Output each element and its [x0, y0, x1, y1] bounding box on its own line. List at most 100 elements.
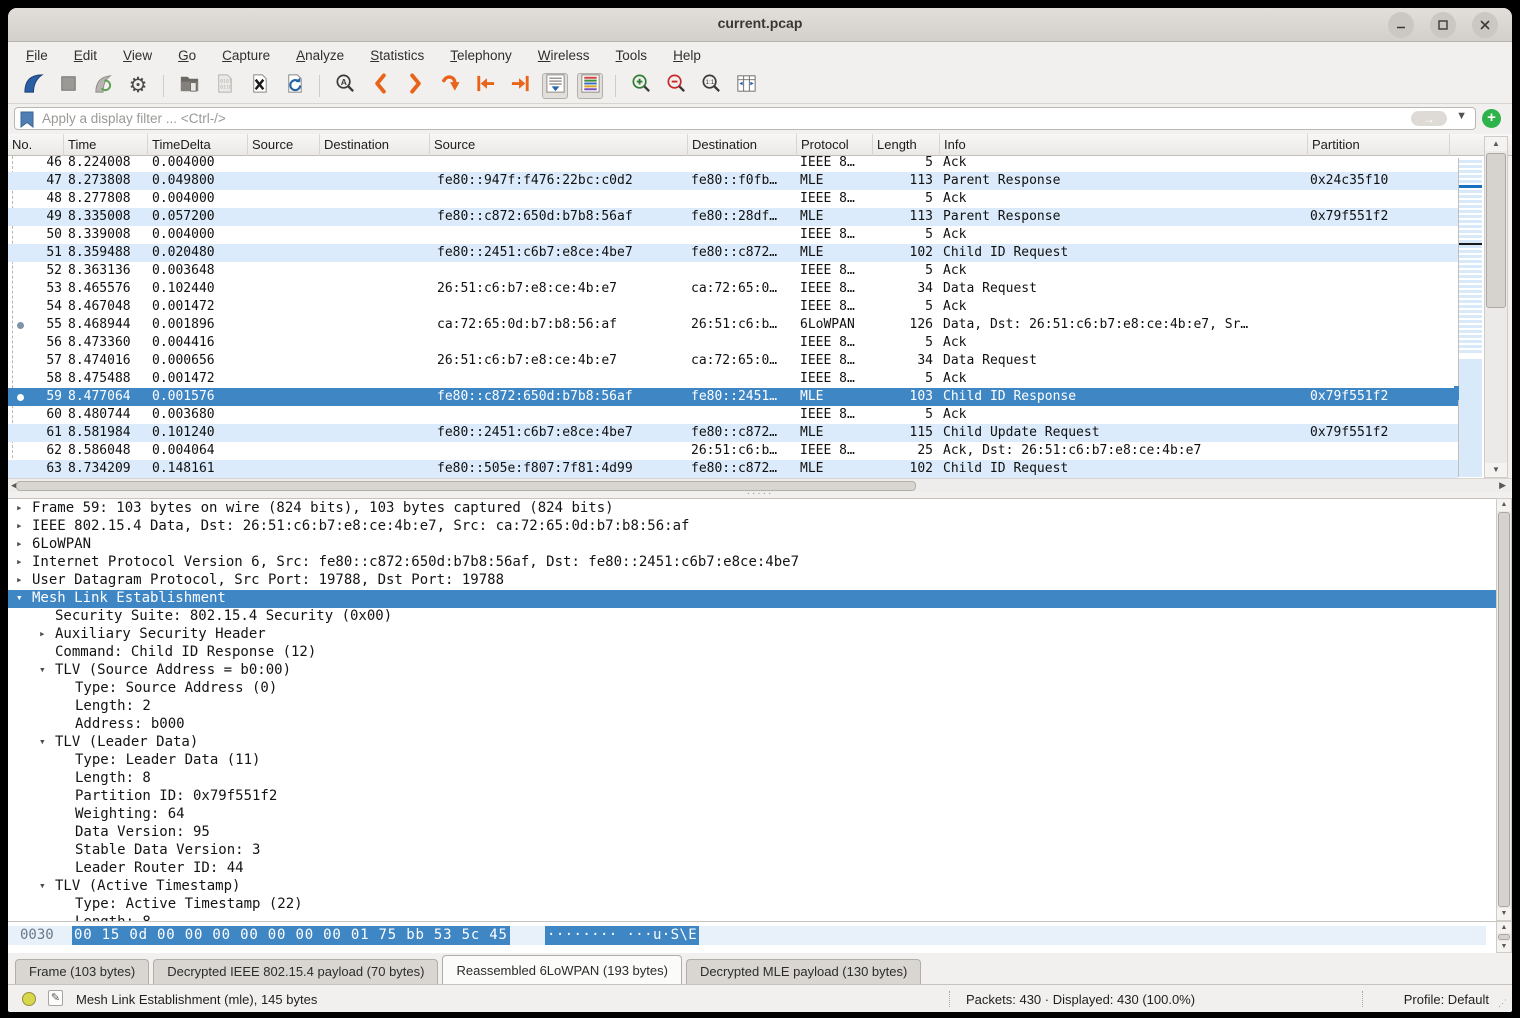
packet-row-48[interactable]: 488.2778080.004000IEEE 8…5Ack [8, 190, 1458, 208]
packet-row-58[interactable]: 588.4754880.001472IEEE 8…5Ack [8, 370, 1458, 388]
detail-row[interactable]: Type: Leader Data (11) [8, 752, 1496, 770]
byte-view-tab[interactable]: Decrypted MLE payload (130 bytes) [686, 959, 921, 984]
hex-bytes-selected[interactable]: 00 15 0d 00 00 00 00 00 00 00 01 75 bb 5… [72, 926, 510, 945]
packet-row-46[interactable]: 468.2240080.004000IEEE 8…5Ack [8, 156, 1458, 172]
byte-view-tab[interactable]: Frame (103 bytes) [15, 959, 149, 984]
expander-closed-icon[interactable]: ▸ [16, 573, 30, 586]
apply-filter-button[interactable]: → [1411, 111, 1447, 126]
column-header-timedelta-2[interactable]: TimeDelta [148, 134, 248, 156]
expert-info-icon[interactable] [22, 992, 36, 1006]
detail-row[interactable]: ▾Mesh Link Establishment [8, 590, 1496, 608]
column-header-length-8[interactable]: Length [873, 134, 940, 156]
capture-comment-icon[interactable]: ✎ [48, 990, 63, 1006]
start-capture-button[interactable] [20, 73, 46, 99]
zoom-out-button[interactable] [663, 73, 689, 99]
packet-row-59[interactable]: 598.4770640.001576fe80::c872:650d:b7b8:5… [8, 388, 1458, 406]
find-packet-button[interactable]: A [332, 73, 358, 99]
maximize-button[interactable] [1430, 12, 1456, 38]
save-file-button[interactable]: 01010110 [211, 73, 237, 99]
resize-grip[interactable]: ⋰ [1498, 998, 1508, 1009]
menu-telephony[interactable]: Telephony [450, 48, 512, 63]
detail-row[interactable]: ▸6LoWPAN [8, 536, 1496, 554]
menu-help[interactable]: Help [673, 48, 701, 63]
byte-view-tab[interactable]: Reassembled 6LoWPAN (193 bytes) [442, 955, 681, 984]
restart-capture-button[interactable] [90, 73, 116, 99]
scroll-thumb[interactable] [1486, 153, 1506, 308]
scroll-right-arrow[interactable]: ▶ [1499, 480, 1506, 491]
display-filter-input[interactable]: Apply a display filter ... <Ctrl-/> → ▼ [14, 107, 1476, 130]
detail-row[interactable]: Security Suite: 802.15.4 Security (0x00) [8, 608, 1496, 626]
bookmark-icon[interactable] [20, 111, 34, 133]
column-header-source-3[interactable]: Source [248, 134, 320, 156]
detail-row[interactable]: ▸IEEE 802.15.4 Data, Dst: 26:51:c6:b7:e8… [8, 518, 1496, 536]
packet-row-47[interactable]: 478.2738080.049800fe80::947f:f476:22bc:c… [8, 172, 1458, 190]
filter-dropdown-caret[interactable]: ▼ [1456, 110, 1467, 122]
detail-row[interactable]: ▸User Datagram Protocol, Src Port: 19788… [8, 572, 1496, 590]
packet-row-50[interactable]: 508.3390080.004000IEEE 8…5Ack [8, 226, 1458, 244]
reload-file-button[interactable] [281, 73, 307, 99]
detail-row[interactable]: ▸Auxiliary Security Header [8, 626, 1496, 644]
packet-row-62[interactable]: 628.5860480.00406426:51:c6:b…IEEE 8…25Ac… [8, 442, 1458, 460]
column-header-destination-4[interactable]: Destination [320, 134, 430, 156]
expander-closed-icon[interactable]: ▸ [16, 519, 30, 532]
expander-closed-icon[interactable]: ▸ [39, 627, 53, 640]
detail-row[interactable]: ▸Internet Protocol Version 6, Src: fe80:… [8, 554, 1496, 572]
scroll-up-arrow[interactable]: ▲ [1497, 922, 1511, 933]
hex-row[interactable]: 0030 00 15 0d 00 00 00 00 00 00 00 01 75… [8, 926, 1486, 945]
detail-row[interactable]: ▾TLV (Active Timestamp) [8, 878, 1496, 896]
detail-row[interactable]: ▾TLV (Source Address = b0:00) [8, 662, 1496, 680]
column-header-info-9[interactable]: Info [940, 134, 1308, 156]
packet-row-56[interactable]: 568.4733600.004416IEEE 8…5Ack [8, 334, 1458, 352]
menu-tools[interactable]: Tools [616, 48, 648, 63]
expander-open-icon[interactable]: ▾ [39, 879, 53, 892]
scroll-thumb[interactable] [1498, 934, 1510, 940]
go-back-button[interactable] [367, 73, 393, 99]
packet-list-vscrollbar[interactable]: ▲ ▼ [1484, 136, 1508, 478]
packet-row-51[interactable]: 518.3594880.020480fe80::2451:c6b7:e8ce:4… [8, 244, 1458, 262]
detail-row[interactable]: Stable Data Version: 3 [8, 842, 1496, 860]
column-header-source-5[interactable]: Source [430, 134, 688, 156]
menu-analyze[interactable]: Analyze [296, 48, 344, 63]
detail-row[interactable]: Partition ID: 0x79f551f2 [8, 788, 1496, 806]
detail-row[interactable]: Type: Source Address (0) [8, 680, 1496, 698]
scroll-thumb[interactable] [1498, 512, 1510, 907]
zoom-original-button[interactable]: 1:1 [698, 73, 724, 99]
detail-row[interactable]: ▾TLV (Leader Data) [8, 734, 1496, 752]
packet-row-57[interactable]: 578.4740160.00065626:51:c6:b7:e8:ce:4b:e… [8, 352, 1458, 370]
close-file-button[interactable] [246, 73, 272, 99]
go-to-packet-button[interactable] [437, 73, 463, 99]
packet-row-49[interactable]: 498.3350080.057200fe80::c872:650d:b7b8:5… [8, 208, 1458, 226]
menu-view[interactable]: View [123, 48, 152, 63]
menu-wireless[interactable]: Wireless [538, 48, 590, 63]
detail-row[interactable]: Data Version: 95 [8, 824, 1496, 842]
details-vscrollbar[interactable]: ▲ ▼ [1496, 498, 1512, 921]
open-file-button[interactable] [176, 73, 202, 99]
scroll-up-arrow[interactable]: ▲ [1497, 499, 1511, 511]
packet-row-63[interactable]: 638.7342090.148161fe80::505e:f807:7f81:4… [8, 460, 1458, 478]
packet-row-53[interactable]: 538.4655760.10244026:51:c6:b7:e8:ce:4b:e… [8, 280, 1458, 298]
expander-closed-icon[interactable]: ▸ [16, 537, 30, 550]
detail-row[interactable]: Weighting: 64 [8, 806, 1496, 824]
go-forward-button[interactable] [402, 73, 428, 99]
detail-row[interactable]: Length: 8 [8, 914, 1496, 921]
hex-ascii-selected[interactable]: ········ ···u·S\E [545, 926, 699, 945]
column-header-destination-6[interactable]: Destination [688, 134, 797, 156]
expander-open-icon[interactable]: ▾ [39, 663, 53, 676]
colorize-packets-button[interactable] [577, 73, 603, 99]
status-profile[interactable]: Profile: Default [1404, 992, 1489, 1007]
packet-row-60[interactable]: 608.4807440.003680IEEE 8…5Ack [8, 406, 1458, 424]
detail-row[interactable]: ▸Frame 59: 103 bytes on wire (824 bits),… [8, 500, 1496, 518]
byte-view-tab[interactable]: Decrypted IEEE 802.15.4 payload (70 byte… [153, 959, 438, 984]
stop-capture-button[interactable] [55, 73, 81, 99]
column-header-time-1[interactable]: Time [64, 134, 148, 156]
packet-row-54[interactable]: 548.4670480.001472IEEE 8…5Ack [8, 298, 1458, 316]
detail-row[interactable]: Type: Active Timestamp (22) [8, 896, 1496, 914]
column-header-partition-10[interactable]: Partition [1308, 134, 1450, 156]
column-header-protocol-7[interactable]: Protocol [797, 134, 873, 156]
close-button[interactable] [1472, 12, 1498, 38]
minimize-button[interactable] [1388, 12, 1414, 38]
auto-scroll-button[interactable] [542, 73, 568, 99]
menu-file[interactable]: File [26, 48, 48, 63]
intelligent-scrollbar-minimap[interactable] [1458, 158, 1482, 477]
menu-statistics[interactable]: Statistics [370, 48, 424, 63]
